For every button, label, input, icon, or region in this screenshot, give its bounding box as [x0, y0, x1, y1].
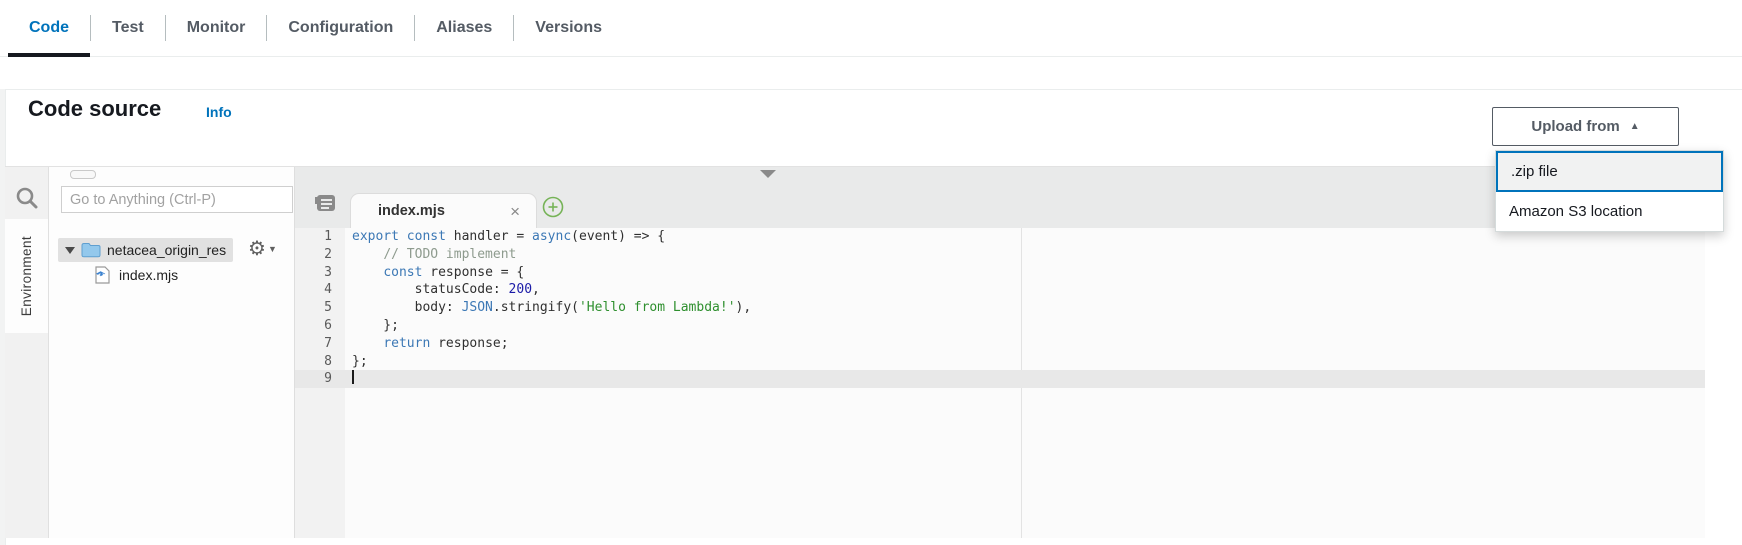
line-number: 4 — [295, 281, 345, 299]
code-line-text: }; — [345, 317, 1705, 335]
tab-list-icon[interactable] — [315, 194, 336, 213]
editor-line[interactable]: 7 return response; — [295, 335, 1705, 353]
ide-side-strip: Environment — [5, 167, 49, 538]
line-number: 1 — [295, 228, 345, 246]
line-number: 2 — [295, 246, 345, 264]
upload-from-button[interactable]: Upload from ▲ — [1492, 107, 1679, 146]
gear-icon: ⚙ — [248, 237, 266, 261]
code-editor-ide: Environment netacea_origin_resp ⚙ ▼ inde… — [5, 166, 1705, 537]
tree-row-file-index-mjs[interactable]: index.mjs — [95, 264, 178, 286]
editor-tab-label: index.mjs — [378, 203, 445, 219]
tree-settings-button[interactable]: ⚙ ▼ — [248, 237, 277, 261]
line-number: 3 — [295, 264, 345, 282]
page-title: Code source — [28, 96, 161, 122]
line-number: 8 — [295, 353, 345, 371]
function-tab-bar: Code Test Monitor Configuration Aliases … — [0, 0, 1742, 57]
file-name-label: index.mjs — [119, 267, 178, 283]
editor-rows: 1export const handler = async(event) => … — [295, 228, 1705, 538]
code-line-text: return response; — [345, 335, 1705, 353]
file-tree-panel: netacea_origin_resp ⚙ ▼ index.mjs — [49, 167, 295, 538]
tab-versions-label: Versions — [535, 19, 602, 37]
code-file-icon — [95, 266, 110, 284]
editor-line[interactable]: 3 const response = { — [295, 264, 1705, 282]
tab-test-label: Test — [112, 19, 144, 37]
upload-from-menu: .zip file Amazon S3 location — [1495, 150, 1724, 232]
upload-from-label: Upload from — [1531, 118, 1619, 135]
editor-line[interactable]: 9 — [295, 370, 1705, 388]
tab-configuration-label: Configuration — [288, 19, 393, 37]
code-line-text: body: JSON.stringify('Hello from Lambda!… — [345, 299, 1705, 317]
tab-versions[interactable]: Versions — [514, 0, 623, 56]
search-icon[interactable] — [14, 185, 40, 211]
line-number: 6 — [295, 317, 345, 335]
tab-code-label: Code — [29, 19, 69, 37]
environment-label: Environment — [19, 236, 34, 316]
tree-row-folder[interactable]: netacea_origin_resp — [58, 238, 233, 262]
menu-item-s3-location-label: Amazon S3 location — [1509, 203, 1642, 220]
menu-collapse-handle-icon[interactable] — [760, 170, 776, 178]
menu-item-zip-file[interactable]: .zip file — [1496, 151, 1723, 192]
tab-test[interactable]: Test — [91, 0, 165, 56]
tab-aliases-label: Aliases — [436, 19, 492, 37]
tab-aliases[interactable]: Aliases — [415, 0, 513, 56]
editor-line[interactable]: 2 // TODO implement — [295, 246, 1705, 264]
close-icon[interactable]: × — [510, 203, 520, 220]
new-tab-plus-icon[interactable] — [542, 196, 564, 218]
code-line-text: // TODO implement — [345, 246, 1705, 264]
info-link[interactable]: Info — [206, 104, 232, 120]
tab-monitor-label: Monitor — [187, 19, 246, 37]
tab-configuration[interactable]: Configuration — [267, 0, 414, 56]
panel-collapse-handle[interactable] — [70, 170, 96, 179]
menu-item-zip-file-label: .zip file — [1511, 163, 1558, 180]
editor-line[interactable]: 6 }; — [295, 317, 1705, 335]
folder-name-label: netacea_origin_resp — [107, 242, 227, 258]
editor-line[interactable]: 5 body: JSON.stringify('Hello from Lambd… — [295, 299, 1705, 317]
editor-tab-index-mjs[interactable]: index.mjs × — [350, 193, 537, 228]
folder-icon — [81, 242, 101, 258]
code-line-text: statusCode: 200, — [345, 281, 1705, 299]
environment-panel-tab[interactable]: Environment — [5, 219, 48, 333]
line-number: 7 — [295, 335, 345, 353]
text-cursor — [352, 370, 354, 384]
code-line-text: }; — [345, 353, 1705, 371]
code-editor-body[interactable]: 1export const handler = async(event) => … — [295, 228, 1705, 538]
line-number: 5 — [295, 299, 345, 317]
tab-monitor[interactable]: Monitor — [166, 0, 267, 56]
editor-line[interactable]: 1export const handler = async(event) => … — [295, 228, 1705, 246]
tab-code[interactable]: Code — [8, 0, 90, 56]
editor-line[interactable]: 4 statusCode: 200, — [295, 281, 1705, 299]
line-number: 9 — [295, 370, 345, 388]
code-line-text: const response = { — [345, 264, 1705, 282]
menu-item-s3-location[interactable]: Amazon S3 location — [1496, 192, 1723, 231]
editor-column: index.mjs × 1export const handler = asyn… — [295, 167, 1705, 538]
goto-anything-input[interactable] — [61, 186, 293, 213]
editor-filler — [295, 388, 1705, 538]
caret-up-icon: ▲ — [1630, 122, 1640, 132]
code-line-text — [345, 370, 1705, 388]
editor-line[interactable]: 8}; — [295, 353, 1705, 371]
chevron-down-icon[interactable] — [65, 247, 75, 254]
caret-down-icon: ▼ — [268, 244, 277, 254]
